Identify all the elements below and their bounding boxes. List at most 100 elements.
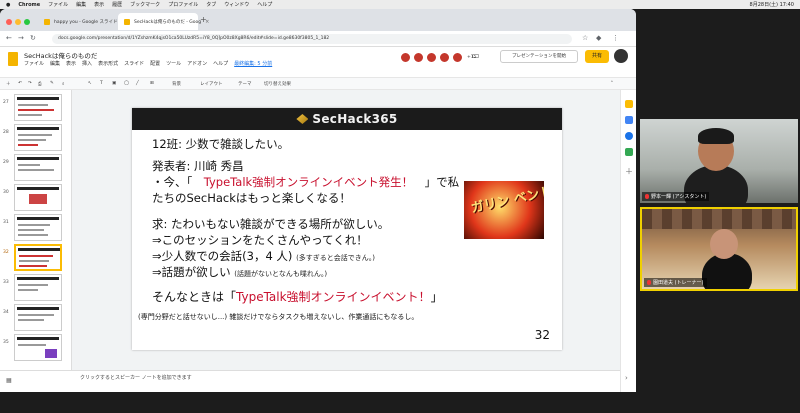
image-icon[interactable]: ▣ xyxy=(112,81,116,86)
layout-button[interactable]: レイアウト xyxy=(200,81,223,87)
print-icon[interactable]: ⎙ xyxy=(38,81,42,87)
docs-menu-item[interactable]: ヘルプ xyxy=(213,60,228,67)
slide-thumbnail[interactable] xyxy=(14,124,62,151)
user-avatar[interactable] xyxy=(614,49,628,63)
undo-icon[interactable]: ↶ xyxy=(18,81,22,86)
slide-thumbnail[interactable] xyxy=(14,214,62,241)
docs-menu-item[interactable]: 表示形式 xyxy=(98,60,118,67)
docs-menu-item[interactable]: 挿入 xyxy=(82,60,92,67)
last-edit-link[interactable]: 最終編集: 5 分前 xyxy=(234,60,272,67)
menu-profile[interactable]: プロファイル xyxy=(168,1,198,8)
menu-help[interactable]: ヘルプ xyxy=(257,1,272,8)
slides-favicon-icon xyxy=(44,18,50,25)
transition-button[interactable]: 切り替え効果 xyxy=(264,81,291,87)
slide-line: そんなときは「TypeTalk強制オンラインイベント！」 xyxy=(152,288,443,305)
theme-button[interactable]: テーマ xyxy=(238,81,252,87)
back-icon[interactable]: ← xyxy=(6,34,12,42)
docs-menu-item[interactable]: スライド xyxy=(124,60,144,67)
video-tile-speaking[interactable]: 園田道夫 (トレーナー) xyxy=(640,207,798,291)
slide-number: 35 xyxy=(3,340,9,345)
comment-icon[interactable]: ▭ xyxy=(472,51,480,60)
apple-icon[interactable]: ● xyxy=(6,2,10,8)
slide-line: ⇒話題が欲しい (話題がないとなんも喋れん。) xyxy=(152,264,327,280)
avatar[interactable] xyxy=(426,52,437,63)
paint-format-icon[interactable]: ✎ xyxy=(50,81,54,86)
redo-icon[interactable]: ↷ xyxy=(28,81,32,86)
collaborator-avatars: +15 xyxy=(400,52,477,63)
participant-face xyxy=(710,229,738,259)
slides-logo-icon[interactable] xyxy=(8,52,18,66)
slide-line: ・今、「 TypeTalk強制オンラインイベント発生！ 」で私 xyxy=(152,174,459,190)
docs-menu-item[interactable]: 表示 xyxy=(66,60,76,67)
menu-history[interactable]: 履歴 xyxy=(112,1,122,8)
comment-add-icon[interactable]: ⊞ xyxy=(150,81,154,86)
line-icon[interactable]: ╱ xyxy=(136,81,139,86)
avatar[interactable] xyxy=(400,52,411,63)
speaker-notes[interactable]: クリックするとスピーカー ノートを追加できます xyxy=(72,370,620,392)
docs-menu-item[interactable]: 配置 xyxy=(150,60,160,67)
docs-menu-item[interactable]: ファイル xyxy=(24,60,44,67)
present-button[interactable]: プレゼンテーションを開始 xyxy=(500,50,578,63)
slide-line: 求: たわいもない雑談ができる場所が欲しい。 xyxy=(152,217,390,231)
reload-icon[interactable]: ↻ xyxy=(30,34,36,42)
menu-edit[interactable]: 編集 xyxy=(76,1,86,8)
star-icon[interactable]: ☆ xyxy=(582,34,588,42)
slide-thumbnail[interactable] xyxy=(14,184,62,211)
menu-window[interactable]: ウィンドウ xyxy=(224,1,249,8)
slide-thumbnail[interactable] xyxy=(14,334,62,361)
slide-text: そんなときは「 xyxy=(152,290,237,304)
contacts-icon[interactable] xyxy=(625,132,633,140)
add-addon-icon[interactable]: ＋ xyxy=(625,168,633,176)
textbox-icon[interactable]: T xyxy=(100,81,103,86)
promo-image[interactable]: ガリン ベント xyxy=(464,181,544,239)
minimize-window-button[interactable] xyxy=(15,19,21,25)
avatar[interactable] xyxy=(439,52,450,63)
tab-strip: happy you - Google スライド × SecHackは俺らのものだ… xyxy=(0,9,636,31)
tasks-icon[interactable] xyxy=(625,116,633,124)
url-input[interactable]: docs.google.com/presentation/d/1YZshzmK4… xyxy=(52,34,572,44)
share-button[interactable]: 共有 xyxy=(585,50,609,63)
collapse-icon[interactable]: ⌃ xyxy=(610,81,614,86)
grid-view-icon[interactable]: ▦ xyxy=(6,377,12,384)
app-name[interactable]: Chrome xyxy=(18,2,40,8)
add-icon[interactable]: ＋ xyxy=(6,81,11,87)
slide-thumbnail[interactable] xyxy=(14,94,62,121)
browser-tab[interactable]: happy you - Google スライド × xyxy=(38,13,126,30)
slide-thumbnail[interactable] xyxy=(14,154,62,181)
participant-name: 園田道夫 (トレーナー) xyxy=(653,280,704,286)
avatar[interactable] xyxy=(413,52,424,63)
select-icon[interactable]: ↖ xyxy=(88,81,92,86)
maps-icon[interactable] xyxy=(625,148,633,156)
zoom-window-button[interactable] xyxy=(24,19,30,25)
new-tab-button[interactable]: + xyxy=(200,15,207,24)
close-window-button[interactable] xyxy=(6,19,12,25)
menu-bookmarks[interactable]: ブックマーク xyxy=(130,1,160,8)
slide-text: 」で私 xyxy=(413,175,460,189)
menu-view[interactable]: 表示 xyxy=(94,1,104,8)
document-title[interactable]: SecHackは俺らのものだ xyxy=(24,50,97,60)
browser-tab-active[interactable]: SecHackは俺らのものだ - Goog × xyxy=(118,13,209,30)
forward-icon[interactable]: → xyxy=(18,34,24,42)
background-button[interactable]: 背景 xyxy=(172,81,181,87)
slide-thumbnail-selected[interactable] xyxy=(14,244,62,271)
zoom-icon[interactable]: ⌕ xyxy=(62,81,65,87)
participant-name-label: 野本一輝 (アシスタント) xyxy=(642,192,710,201)
current-slide[interactable]: SecHack365 12班: 少数で雑談したい。 発表者: 川崎 秀昌 ・今、… xyxy=(132,108,562,350)
docs-menu-item[interactable]: アドオン xyxy=(187,60,207,67)
shape-icon[interactable]: ◯ xyxy=(124,81,129,86)
avatar[interactable] xyxy=(452,52,463,63)
video-tile[interactable]: 野本一輝 (アシスタント) xyxy=(640,119,798,203)
extensions-icon[interactable]: ◆ xyxy=(596,34,601,42)
keep-icon[interactable] xyxy=(625,100,633,108)
docs-menu-item[interactable]: ツール xyxy=(166,60,181,67)
side-panel-toggle-icon[interactable]: › xyxy=(625,374,633,382)
slide-number: 28 xyxy=(3,130,9,135)
docs-menu-item[interactable]: 編集 xyxy=(50,60,60,67)
slide-thumbnail[interactable] xyxy=(14,304,62,331)
slide-thumbnail[interactable] xyxy=(14,274,62,301)
menu-file[interactable]: ファイル xyxy=(48,1,68,8)
menu-tab[interactable]: タブ xyxy=(206,1,216,8)
macos-menubar: ● Chrome ファイル 編集 表示 履歴 ブックマーク プロファイル タブ … xyxy=(0,0,800,9)
browser-menu-icon[interactable]: ⋮ xyxy=(612,34,619,42)
slide-canvas: SecHack365 12班: 少数で雑談したい。 発表者: 川崎 秀昌 ・今、… xyxy=(72,90,620,370)
